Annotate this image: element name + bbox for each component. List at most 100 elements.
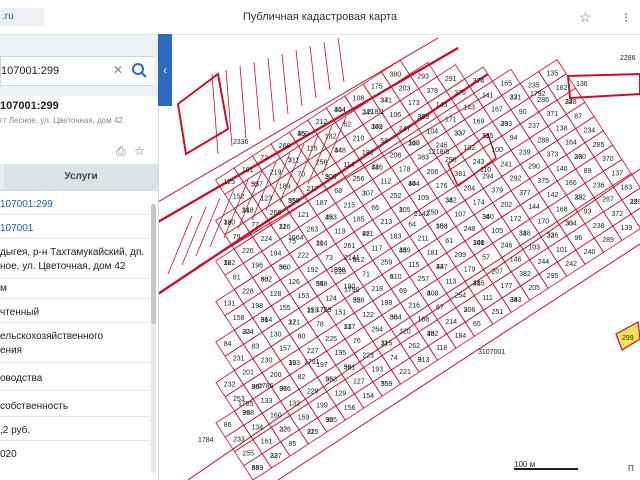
parcel-label[interactable]: 382 [519,271,531,278]
parcel-label[interactable]: 374 [473,78,485,85]
parcel-label[interactable]: 175 [371,83,383,90]
parcel-label[interactable]: 289 [602,237,614,244]
parcel-label[interactable]: 189 [279,184,291,191]
parcel-label[interactable]: 74 [390,355,398,362]
parcel-label[interactable]: 262 [408,343,420,350]
parcel-label[interactable]: 169 [473,119,485,126]
parcel-label[interactable]: 80 [298,334,306,341]
parcel-label[interactable]: 141 [482,92,494,99]
parcel-label[interactable]: 140 [556,166,568,173]
parcel-label[interactable]: 159 [298,415,310,422]
parcel-label[interactable]: 198 [251,303,263,310]
parcel-label[interactable]: 294 [482,173,494,180]
parcel-label[interactable]: 84 [224,341,232,348]
parcel-label[interactable]: 306 [464,307,476,314]
parcel-label[interactable]: 115 [408,262,419,269]
parcel-label[interactable]: 112 [380,179,391,186]
parcel-label[interactable]: 334 [565,221,577,228]
parcel-label[interactable]: 250 [427,209,439,216]
parcel-label[interactable]: 371 [547,111,559,118]
parcel-label[interactable]: 364 [261,317,273,324]
parcel-label[interactable]: 181 [427,250,439,257]
detail-quarter[interactable]: 107001 [0,222,150,236]
parcel-label[interactable]: 103 [528,245,540,252]
parcel-label[interactable]: 230 [261,358,273,365]
parcel-label[interactable]: 185 [353,217,365,224]
parcel-label[interactable]: 129 [335,391,347,398]
parcel-label[interactable]: 241 [500,161,512,168]
parcel-label[interactable]: 224 [261,236,273,243]
parcel-label[interactable]: 136 [576,81,588,88]
parcel-label[interactable]: 109 [417,195,429,202]
parcel-label[interactable]: 330 [574,154,586,161]
parcel-label[interactable]: 62 [343,122,351,129]
parcel-label[interactable]: 296 [445,157,457,164]
panel-scrollbar[interactable] [151,204,156,474]
parcel-label[interactable]: 191 [242,167,254,174]
parcel-label[interactable]: 319 [307,307,319,314]
parcel-label[interactable]: 144 [528,204,540,211]
parcel-label[interactable]: 70 [297,172,305,179]
parcel-label[interactable]: 228 [242,289,254,296]
parcel-label[interactable]: 94 [510,135,518,142]
map-canvas[interactable]: 16641218/11218/6110228631070012992142214… [158,34,640,480]
parcel-label[interactable]: 214 [445,319,457,326]
parcel-label[interactable]: 78 [316,322,324,329]
parcel-label[interactable]: 204 [464,185,476,192]
parcel-label[interactable]: 368 [242,410,254,417]
parcel-label[interactable]: 221 [399,369,411,376]
parcel-label[interactable]: 303 [436,224,448,231]
parcel-label[interactable]: 212 [316,119,328,126]
detail-cadastral-number[interactable]: 107001:299 [0,198,150,212]
tab-services[interactable]: Услуги [4,164,158,190]
parcel-label[interactable]: 259 [381,260,393,267]
parcel-label[interactable]: 243 [473,159,485,166]
parcel-label[interactable]: 370 [602,156,614,163]
parcel-label[interactable]: 1784 [198,437,214,444]
parcel-label[interactable]: 312 [353,257,365,264]
parcel-label[interactable]: 354 [390,314,402,321]
parcel-label[interactable]: 324 [242,329,254,336]
parcel-label[interactable]: 85 [289,441,297,448]
parcel-label[interactable]: 356 [353,298,365,305]
parcel-label[interactable]: 329 [630,199,640,206]
parcel-label[interactable]: 355 [288,198,300,205]
parcel-label[interactable]: 89 [584,168,592,175]
parcel-label[interactable]: 315 [381,341,393,348]
parcel-label[interactable]: 222 [297,253,309,260]
parcel-label[interactable]: 350 [297,131,309,138]
parcel-label[interactable]: 58 [380,138,388,145]
parcel-label[interactable]: 337 [454,131,466,138]
parcel-label[interactable]: 331 [510,95,522,102]
parcel-label[interactable]: 134 [252,424,264,431]
parcel-label[interactable]: 333 [500,121,512,128]
parcel-label[interactable]: 291 [445,76,457,83]
parcel-label[interactable]: 301 [473,240,485,247]
parcel-label[interactable]: 332 [574,194,586,201]
parcel-label[interactable]: 244 [538,259,550,266]
parcel-label[interactable]: 66 [371,205,379,212]
parcel-label[interactable]: 247 [399,126,411,133]
parcel-label[interactable]: 326 [279,427,291,434]
parcel-label[interactable]: 111 [482,295,493,302]
parcel-label[interactable]: 143 [463,104,475,111]
parcel-label[interactable]: 1218/6 [428,149,450,156]
parcel-label[interactable]: 178 [399,167,411,174]
parcel-label[interactable]: 217 [307,186,319,193]
parcel-label[interactable]: 107 [454,212,466,219]
parcel-label[interactable]: 229 [307,388,319,395]
search-button[interactable] [125,57,154,85]
parcel-label[interactable]: 206 [427,169,439,176]
parcel-label[interactable]: 353 [325,215,337,222]
parcel-label[interactable]: 182 [325,134,337,141]
parcel-label[interactable]: 360 [279,265,291,272]
parcel-label[interactable]: 320 [224,220,236,227]
parcel-label[interactable]: 263 [307,226,319,233]
parcel-label[interactable]: 219 [270,169,282,176]
parcel-label[interactable]: 162 [556,85,568,92]
parcel-label[interactable]: 197 [316,362,328,369]
parcel-label[interactable]: 133 [261,398,273,405]
parcel-label[interactable]: 160 [270,412,282,419]
parcel-label[interactable]: 188 [381,300,393,307]
parcel-label[interactable]: 168 [556,206,568,213]
